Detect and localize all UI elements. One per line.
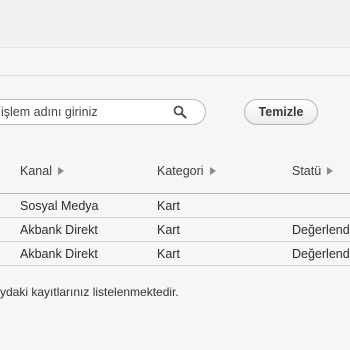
table-cell-statu[interactable]: Değerlend bbox=[292, 223, 350, 237]
column-header-kanal-label: Kanal bbox=[20, 164, 52, 178]
clear-button[interactable]: Temizle bbox=[244, 99, 318, 125]
divider-filter bbox=[0, 75, 350, 76]
table-cell-statu[interactable]: Değerlend bbox=[292, 247, 350, 261]
table-cell-kategori[interactable]: Kart bbox=[157, 199, 180, 213]
table-cell-kanal[interactable]: Sosyal Medya bbox=[20, 199, 99, 213]
table-cell-kanal[interactable]: Akbank Direkt bbox=[20, 223, 98, 237]
table-header-divider bbox=[0, 193, 350, 194]
sort-arrow-icon[interactable] bbox=[57, 167, 64, 175]
row-divider bbox=[0, 265, 350, 266]
table-cell-kanal[interactable]: Akbank Direkt bbox=[20, 247, 98, 261]
column-header-kategori-label: Kategori bbox=[157, 164, 204, 178]
column-header-statu[interactable]: Statü bbox=[292, 164, 334, 178]
search-input[interactable]: işlem adını giriniz bbox=[0, 99, 206, 125]
search-input-text[interactable]: işlem adını giriniz bbox=[1, 105, 98, 119]
row-divider bbox=[0, 217, 350, 218]
results-message: ydaki kayıtlarınız listelenmektedir. bbox=[0, 285, 179, 299]
table-cell-kategori[interactable]: Kart bbox=[157, 247, 180, 261]
divider-top bbox=[0, 47, 350, 48]
column-header-statu-label: Statü bbox=[292, 164, 322, 178]
page: işlem adını giriniz Temizle Kanal Katego… bbox=[0, 0, 350, 350]
column-header-kanal[interactable]: Kanal bbox=[20, 164, 64, 178]
search-icon[interactable] bbox=[173, 105, 187, 119]
column-header-kategori[interactable]: Kategori bbox=[157, 164, 216, 178]
table-cell-kategori[interactable]: Kart bbox=[157, 223, 180, 237]
sort-arrow-icon[interactable] bbox=[327, 167, 334, 175]
top-band bbox=[0, 0, 350, 47]
sort-arrow-icon[interactable] bbox=[209, 167, 216, 175]
row-divider bbox=[0, 241, 350, 242]
